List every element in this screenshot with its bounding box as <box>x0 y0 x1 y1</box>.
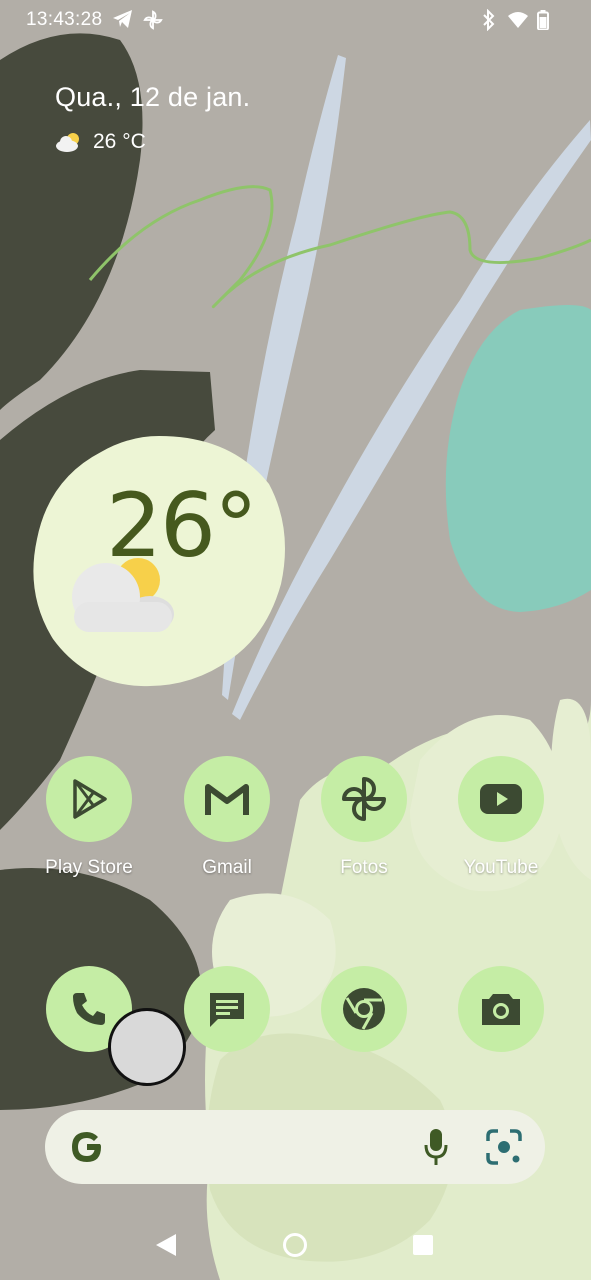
partly-sunny-icon <box>72 558 174 632</box>
app-icon-circle <box>321 756 407 842</box>
app-icon-circle <box>184 756 270 842</box>
app-icon-circle <box>46 756 132 842</box>
at-a-glance-date[interactable]: Qua., 12 de jan. <box>55 82 250 113</box>
dock-camera[interactable] <box>441 966 561 1052</box>
status-notification-icons <box>112 9 164 31</box>
pinwheel-icon <box>143 10 163 30</box>
home-icon[interactable] <box>282 1232 308 1258</box>
chrome-icon <box>343 988 385 1030</box>
app-label: Play Store <box>45 857 133 878</box>
status-bar: 13:43:28 <box>0 0 591 40</box>
google-lens-icon[interactable] <box>485 1128 523 1166</box>
app-label: YouTube <box>463 857 539 878</box>
bluetooth-icon <box>483 9 495 31</box>
touch-indicator <box>108 1008 186 1086</box>
youtube-icon <box>480 784 522 814</box>
at-a-glance-temperature: 26 °C <box>93 130 146 153</box>
battery-icon <box>537 10 549 30</box>
microphone-icon[interactable] <box>423 1128 449 1166</box>
app-icon-circle <box>458 756 544 842</box>
app-icon-circle <box>321 966 407 1052</box>
google-search-bar[interactable] <box>45 1110 545 1184</box>
photos-pinwheel-icon <box>342 777 386 821</box>
app-youtube[interactable]: YouTube <box>441 756 561 879</box>
status-time: 13:43:28 <box>26 9 103 30</box>
app-icon-circle <box>458 966 544 1052</box>
app-label: Fotos <box>340 857 388 878</box>
status-system-icons <box>479 9 549 31</box>
recents-icon[interactable] <box>412 1234 434 1256</box>
app-gmail[interactable]: Gmail <box>167 756 287 879</box>
back-icon[interactable] <box>154 1232 178 1258</box>
google-g-icon <box>72 1132 101 1162</box>
telegram-icon <box>113 10 132 28</box>
app-fotos[interactable]: Fotos <box>304 756 424 879</box>
messages-icon <box>210 993 244 1027</box>
app-play-store[interactable]: Play Store <box>29 756 149 879</box>
dock-chrome[interactable] <box>304 966 424 1052</box>
partly-sunny-icon <box>56 133 79 152</box>
at-a-glance-weather[interactable]: 26 °C <box>55 130 146 154</box>
camera-icon <box>482 994 520 1025</box>
app-icon-circle <box>184 966 270 1052</box>
gmail-icon <box>205 784 249 815</box>
play-store-icon <box>73 779 107 819</box>
phone-icon <box>73 993 105 1025</box>
app-label: Gmail <box>202 857 252 878</box>
wifi-icon <box>508 12 528 28</box>
